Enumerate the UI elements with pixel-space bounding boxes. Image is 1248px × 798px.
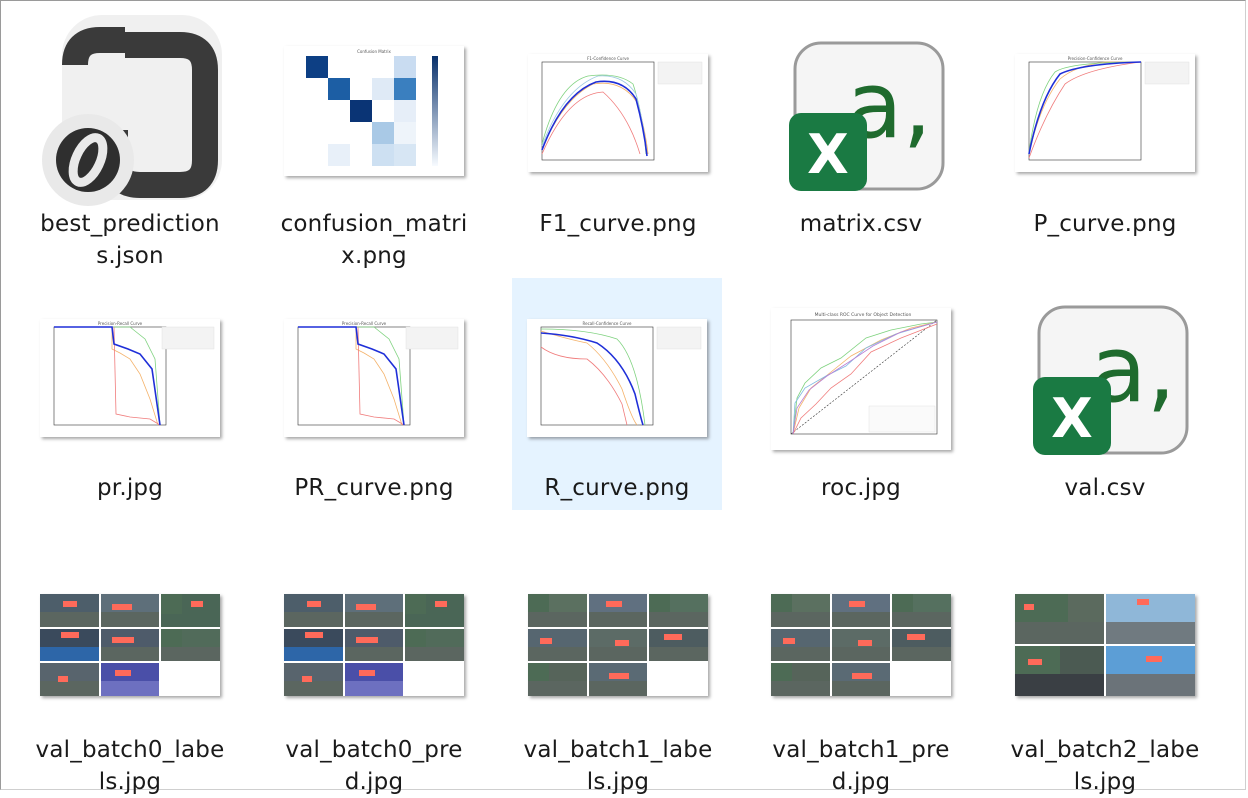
- svg-text:Precision-Recall Curve: Precision-Recall Curve: [342, 321, 387, 326]
- file-thumbnail: Recall-Confidence Curve: [512, 278, 722, 470]
- file-name: P_curve.png: [1033, 211, 1177, 237]
- file-thumbnail: [756, 540, 966, 732]
- file-thumbnail: Precision-Recall Curve: [269, 278, 479, 470]
- file-item-f1-curve[interactable]: F1-Confidence Curve F1_curve.png: [513, 14, 723, 246]
- file-name: val.csv: [1064, 475, 1146, 501]
- excel-csv-icon: a, X: [789, 41, 945, 191]
- file-item-val-batch1-pred[interactable]: val_batch1_pre d.jpg: [756, 540, 966, 795]
- file-name: best_prediction s.json: [40, 211, 220, 269]
- file-thumbnail: [25, 14, 235, 206]
- file-name: pr.jpg: [96, 475, 164, 501]
- file-thumbnail: Precision-Recall Curve: [25, 278, 235, 470]
- file-item-val-batch0-pred[interactable]: val_batch0_pre d.jpg: [269, 540, 479, 795]
- file-item-r-curve[interactable]: Recall-Confidence Curve R_curve.png: [512, 278, 722, 510]
- file-item-confusion-matrix[interactable]: Confusion Matrix confusion_matri x.png: [269, 14, 479, 269]
- file-name: R_curve.png: [544, 475, 690, 501]
- svg-text:X: X: [807, 123, 849, 186]
- svg-text:Multi-class ROC Curve for Obje: Multi-class ROC Curve for Object Detecti…: [815, 312, 912, 318]
- svg-text:F1-Confidence Curve: F1-Confidence Curve: [587, 56, 629, 61]
- pr-image: Precision-Recall Curve: [40, 319, 220, 437]
- val-batch0-labels-image: [40, 594, 220, 696]
- file-name: roc.jpg: [821, 475, 901, 501]
- file-item-matrix-csv[interactable]: a, X matrix.csv: [756, 14, 966, 246]
- svg-text:Recall-Confidence Curve: Recall-Confidence Curve: [583, 321, 632, 326]
- file-name: val_batch1_labe ls.jpg: [523, 737, 713, 795]
- file-name: confusion_matri x.png: [280, 211, 468, 269]
- roc-image: Multi-class ROC Curve for Object Detecti…: [771, 308, 951, 450]
- file-item-roc[interactable]: Multi-class ROC Curve for Object Detecti…: [756, 278, 966, 510]
- svg-text:X: X: [1051, 387, 1093, 450]
- val-batch1-labels-image: [528, 594, 708, 696]
- file-name: PR_curve.png: [294, 475, 454, 501]
- file-item-p-curve[interactable]: Precision-Confidence Curve P_curve.png: [1000, 14, 1210, 246]
- file-name: val_batch2_labe ls.jpg: [1010, 737, 1200, 795]
- file-thumbnail: Precision-Confidence Curve: [1000, 14, 1210, 206]
- file-item-val-batch1-labels[interactable]: val_batch1_labe ls.jpg: [513, 540, 723, 795]
- file-name: F1_curve.png: [539, 211, 697, 237]
- file-name: val_batch0_labe ls.jpg: [35, 737, 225, 795]
- val-batch0-pred-image: [284, 594, 464, 696]
- file-thumbnail: Confusion Matrix: [269, 14, 479, 206]
- file-item-val-batch0-labels[interactable]: val_batch0_labe ls.jpg: [25, 540, 235, 795]
- p-curve-image: Precision-Confidence Curve: [1015, 54, 1195, 172]
- file-name: val_batch0_pre d.jpg: [285, 737, 463, 795]
- file-item-pr-jpg[interactable]: Precision-Recall Curve pr.jpg: [25, 278, 235, 510]
- svg-text:Confusion Matrix: Confusion Matrix: [357, 49, 391, 54]
- f1-curve-image: F1-Confidence Curve: [528, 54, 708, 172]
- r-curve-image: Recall-Confidence Curve: [527, 319, 707, 437]
- file-item-val-batch2-labels[interactable]: val_batch2_labe ls.jpg: [1000, 540, 1210, 795]
- pr-curve-image: Precision-Recall Curve: [284, 319, 464, 437]
- file-thumbnail: [513, 540, 723, 732]
- file-item-best-predictions[interactable]: best_prediction s.json: [25, 14, 235, 269]
- file-thumbnail: [269, 540, 479, 732]
- file-thumbnail: [1000, 540, 1210, 732]
- json-file-icon: [42, 15, 222, 206]
- file-name: val_batch1_pre d.jpg: [772, 737, 950, 795]
- file-item-pr-curve[interactable]: Precision-Recall Curve PR_curve.png: [269, 278, 479, 510]
- val-batch2-labels-image: [1015, 594, 1195, 696]
- file-thumbnail: Multi-class ROC Curve for Object Detecti…: [756, 278, 966, 470]
- file-item-val-csv[interactable]: a, X val.csv: [1000, 278, 1210, 510]
- file-thumbnail: [25, 540, 235, 732]
- file-thumbnail: a, X: [756, 14, 966, 206]
- confusion-matrix-image: Confusion Matrix: [284, 46, 464, 176]
- val-batch1-pred-image: [771, 594, 951, 696]
- file-name: matrix.csv: [799, 211, 923, 237]
- excel-csv-icon: a, X: [1033, 305, 1189, 455]
- file-thumbnail: a, X: [1000, 278, 1210, 470]
- file-thumbnail: F1-Confidence Curve: [513, 14, 723, 206]
- svg-text:Precision-Recall Curve: Precision-Recall Curve: [98, 321, 143, 326]
- svg-text:Precision-Confidence Curve: Precision-Confidence Curve: [1068, 56, 1123, 61]
